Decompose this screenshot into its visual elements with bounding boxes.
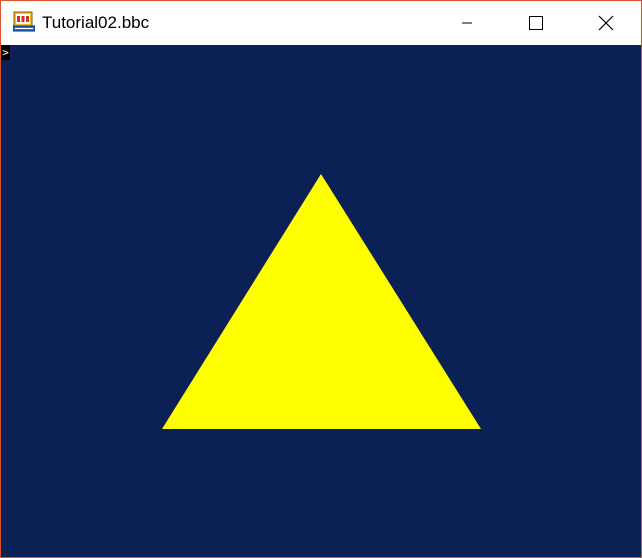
graphics-area[interactable]: > [1,45,641,557]
app-icon[interactable] [13,11,35,33]
minimize-icon [462,22,472,24]
close-icon [598,15,614,31]
title-bar[interactable]: Tutorial02.bbc [1,1,641,45]
close-button[interactable] [583,1,629,45]
rendered-scene [162,174,481,429]
window-title: Tutorial02.bbc [42,13,150,32]
app-window: Tutorial02.bbc > [0,0,642,558]
maximize-button[interactable] [513,1,559,45]
console-prompt: > [1,45,10,60]
maximize-icon [529,16,543,30]
minimize-button[interactable] [444,1,490,45]
yellow-triangle [162,174,481,429]
